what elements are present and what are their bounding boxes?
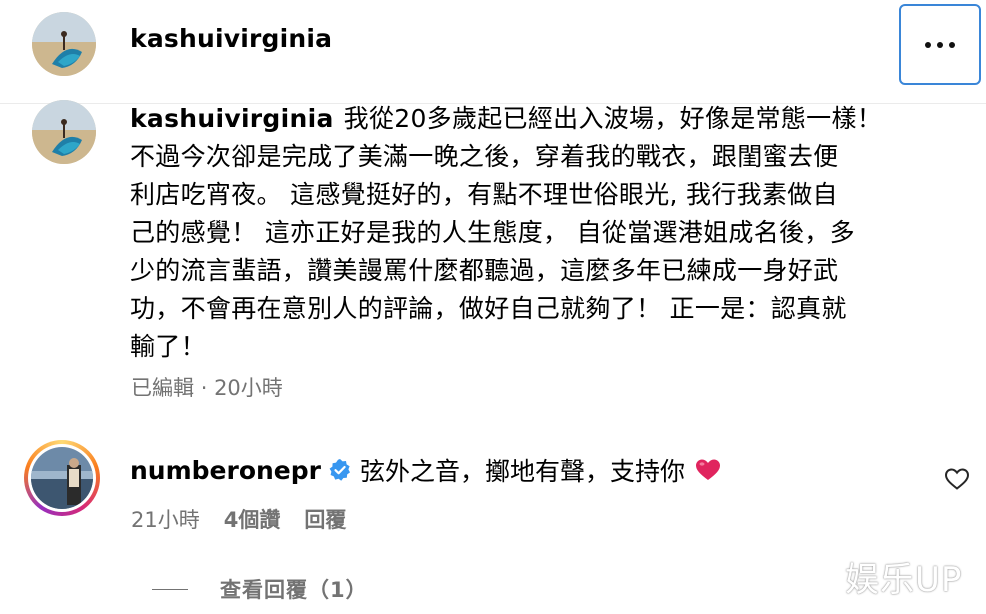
author-avatar[interactable]: [32, 12, 96, 76]
more-options-button[interactable]: [899, 4, 981, 85]
verified-badge-icon: [329, 459, 350, 481]
watermark: 娱乐UP: [845, 560, 963, 600]
caption-line: 利店吃宵夜。 這感覺挺好的，有點不理世俗眼光, 我行我素做自: [130, 180, 838, 209]
caption-username[interactable]: kashuivirginia: [130, 104, 334, 133]
caption-line: 己的感覺！ 這亦正好是我的人生態度， 自從當選港姐成名後，多: [130, 218, 855, 247]
comment-meta: 21小時 4個讚 回覆: [131, 504, 346, 534]
reply-button[interactable]: 回覆: [304, 504, 346, 534]
caption-time: 20小時: [214, 376, 283, 400]
caption-line: 輸了！: [130, 332, 206, 361]
meta-separator: ·: [200, 376, 208, 400]
caption-text: kashuivirginia 我從20多歲起已經出入波場，好像是常態一樣！ 不過今…: [130, 100, 930, 366]
comment-time: 21小時: [131, 508, 200, 532]
commenter-avatar[interactable]: [31, 447, 93, 509]
divider-dash: [152, 588, 188, 590]
caption-avatar[interactable]: [32, 100, 96, 164]
red-heart-emoji: [696, 459, 720, 480]
heart-outline-icon[interactable]: [944, 466, 970, 492]
caption-meta: 已編輯 · 20小時: [131, 372, 283, 402]
edited-label: 已編輯: [131, 376, 194, 400]
caption-line: 功，不會再在意別人的評論，做好自己就夠了！ 正一是：認真就: [130, 294, 847, 323]
caption-line: kashuivirginia 我從20多歲起已經出入波場，好像是常態一樣！: [130, 104, 883, 133]
comment-text: 弦外之音，擲地有聲，支持你: [359, 457, 685, 486]
caption-line: 少的流言蜚語，讚美謾罵什麼都聽過，這麼多年已練成一身好武: [130, 256, 839, 285]
comment-line: numberonepr 弦外之音，擲地有聲，支持你: [130, 452, 721, 488]
view-replies-label: 查看回覆（1）: [220, 578, 368, 602]
post-header: kashuivirginia: [0, 0, 986, 104]
header-username[interactable]: kashuivirginia: [130, 24, 332, 53]
commenter-username[interactable]: numberonepr: [130, 456, 321, 485]
view-replies-button[interactable]: 查看回覆（1）: [152, 574, 368, 604]
comment-likes[interactable]: 4個讚: [224, 504, 281, 534]
commenter-avatar-story-ring[interactable]: [24, 440, 100, 516]
more-horizontal-icon: [925, 41, 955, 48]
caption-line: 不過今次卻是完成了美滿一晚之後，穿着我的戰衣，跟閨蜜去便: [130, 142, 839, 171]
